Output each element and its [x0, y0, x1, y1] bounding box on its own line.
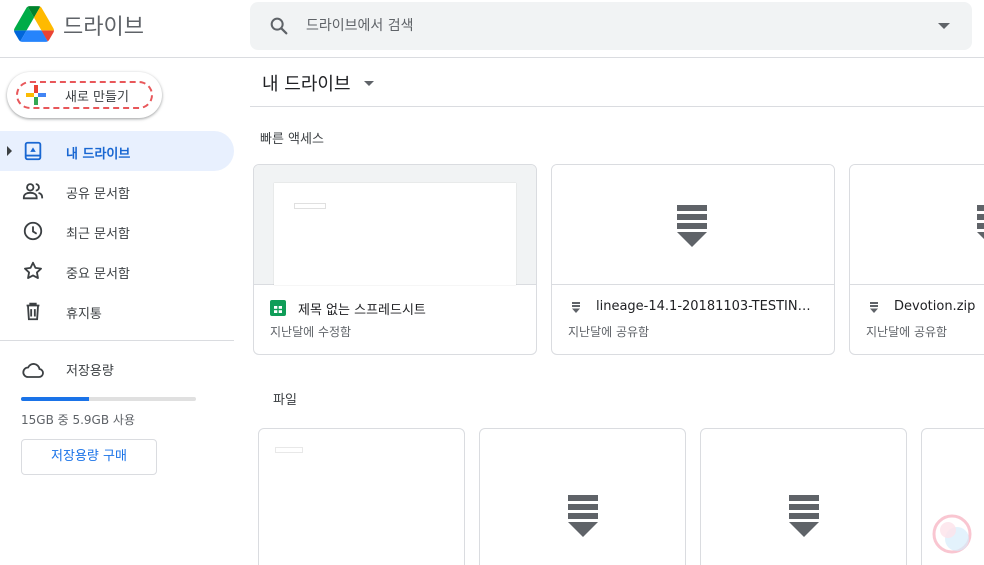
main-divider — [250, 106, 984, 107]
file-thumbnail — [275, 447, 303, 453]
file-activity: 지난달에 수정함 — [270, 325, 352, 339]
file-name: lineage-14.1-20181103-TESTING-n8... — [596, 299, 818, 314]
file-name-row: Devotion.zip — [866, 298, 984, 318]
google-sheets-icon — [270, 300, 286, 316]
file-thumbnail — [254, 165, 536, 285]
buy-storage-button[interactable]: 저장용량 구매 — [21, 439, 157, 475]
clock-icon — [23, 221, 43, 241]
drive-logo-icon[interactable] — [14, 6, 54, 42]
zip-file-icon — [568, 495, 598, 537]
sidebar-item-label: 중요 문서함 — [66, 267, 130, 282]
sidebar-item-label: 최근 문서함 — [66, 227, 130, 242]
quick-access-card[interactable]: lineage-14.1-20181103-TESTING-n8... 지난달에… — [551, 164, 835, 355]
top-bar: 드라이브 — [0, 0, 984, 58]
spreadsheet-preview — [274, 183, 516, 285]
sidebar-item-label: 공유 문서함 — [66, 187, 130, 202]
plus-icon — [26, 85, 46, 105]
search-input[interactable] — [306, 2, 906, 50]
file-card[interactable] — [479, 428, 686, 565]
zip-file-icon — [977, 205, 984, 239]
zip-file-icon — [677, 205, 707, 247]
zip-file-icon — [572, 302, 580, 313]
people-icon — [22, 183, 44, 200]
page-title[interactable]: 내 드라이브 — [262, 70, 351, 96]
quick-access-heading: 빠른 액세스 — [260, 132, 324, 147]
star-icon — [24, 261, 42, 279]
sidebar-item-trash[interactable]: 휴지통 — [0, 291, 234, 331]
my-drive-icon — [24, 141, 42, 161]
storage-usage-text: 15GB 중 5.9GB 사용 — [21, 413, 135, 427]
new-button-label: 새로 만들기 — [65, 90, 129, 105]
title-dropdown-icon[interactable] — [364, 81, 374, 86]
sidebar-item-label: 내 드라이브 — [66, 147, 131, 162]
sidebar-item-my-drive[interactable]: 내 드라이브 — [0, 131, 234, 171]
search-icon[interactable] — [268, 15, 290, 37]
file-name: 제목 없는 스프레드시트 — [298, 303, 426, 318]
quick-access-card[interactable]: Devotion.zip 지난달에 공유함 — [849, 164, 984, 355]
file-card[interactable] — [700, 428, 907, 565]
sidebar-item-starred[interactable]: 중요 문서함 — [0, 251, 234, 291]
files-heading: 파일 — [273, 393, 297, 408]
sidebar-item-storage[interactable]: 저장용량 — [0, 355, 234, 383]
quick-access-card[interactable]: 제목 없는 스프레드시트 지난달에 수정함 — [253, 164, 537, 355]
storage-usage-bar — [21, 397, 196, 401]
trash-icon — [26, 302, 40, 321]
search-bar[interactable] — [250, 2, 972, 50]
file-card[interactable] — [258, 428, 465, 565]
storage-label: 저장용량 — [66, 364, 114, 379]
file-name-row: 제목 없는 스프레드시트 — [270, 298, 526, 318]
new-button[interactable]: 새로 만들기 — [7, 72, 162, 118]
assistant-bubble-icon[interactable] — [930, 512, 974, 556]
file-thumbnail — [552, 165, 834, 285]
sidebar-divider — [0, 340, 234, 341]
sidebar-nav: 내 드라이브 공유 문서함 최근 문서함 중요 문서함 휴지통 — [0, 131, 234, 331]
file-thumbnail — [850, 165, 984, 285]
zip-file-icon — [870, 302, 878, 313]
file-name: Devotion.zip — [894, 299, 976, 314]
expand-caret-icon[interactable] — [7, 146, 12, 156]
sidebar-item-label: 휴지통 — [66, 307, 102, 322]
storage-usage-fill — [21, 397, 90, 401]
file-name-row: lineage-14.1-20181103-TESTING-n8... — [568, 298, 824, 318]
file-activity: 지난달에 공유함 — [568, 325, 650, 339]
cloud-icon — [22, 363, 44, 378]
sidebar-item-shared[interactable]: 공유 문서함 — [0, 171, 234, 211]
zip-file-icon — [789, 495, 819, 537]
sidebar-item-recent[interactable]: 최근 문서함 — [0, 211, 234, 251]
file-activity: 지난달에 공유함 — [866, 325, 948, 339]
search-options-dropdown-icon[interactable] — [938, 23, 950, 29]
app-name: 드라이브 — [63, 15, 144, 40]
